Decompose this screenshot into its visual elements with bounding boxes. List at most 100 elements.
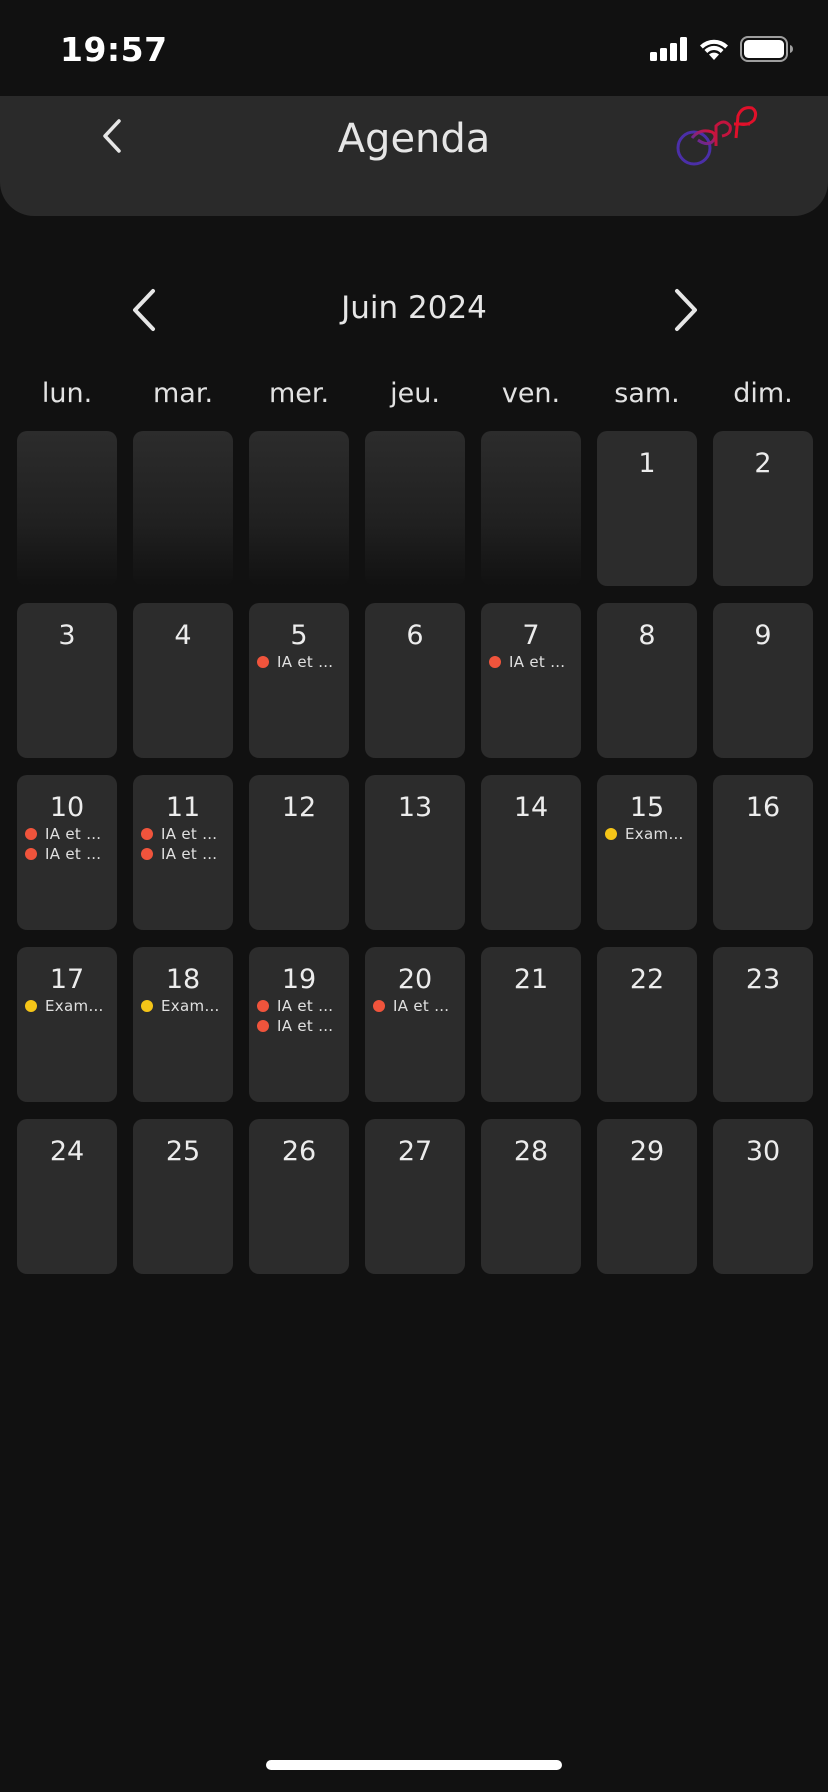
day-cell[interactable]: 10 IA et A… IA et A…: [17, 775, 117, 930]
event-label: Exame…: [625, 825, 691, 843]
day-number: 28: [513, 1136, 549, 1167]
event-item[interactable]: Exame…: [605, 824, 691, 844]
day-number: 21: [513, 964, 549, 995]
event-dot-icon: [489, 656, 501, 668]
day-cell[interactable]: 8: [597, 603, 697, 758]
event-item[interactable]: IA et A…: [257, 652, 343, 672]
day-cell[interactable]: 12: [249, 775, 349, 930]
day-number: 14: [513, 792, 549, 823]
day-cell[interactable]: 4: [133, 603, 233, 758]
cellular-signal-icon: [650, 37, 687, 61]
day-cell[interactable]: 2: [713, 431, 813, 586]
day-cell[interactable]: 25: [133, 1119, 233, 1274]
event-label: IA et A…: [161, 845, 227, 863]
event-item[interactable]: IA et A…: [141, 844, 227, 864]
day-number: 13: [397, 792, 433, 823]
event-list: IA et A…: [481, 652, 581, 672]
day-cell[interactable]: 20 IA et A…: [365, 947, 465, 1102]
day-cell[interactable]: 26: [249, 1119, 349, 1274]
calendar-grid: 1 2 3 4 5 IA et A… 6 7 IA et A… 8 9 10 IA et A… IA et…: [17, 431, 813, 1274]
event-label: IA et A…: [161, 825, 227, 843]
day-cell[interactable]: 27: [365, 1119, 465, 1274]
event-label: IA et A…: [45, 845, 111, 863]
event-item[interactable]: IA et A…: [25, 824, 111, 844]
weekday-label: jeu.: [390, 378, 440, 409]
weekday-label: mer.: [268, 378, 330, 409]
event-dot-icon: [25, 828, 37, 840]
day-cell[interactable]: 28: [481, 1119, 581, 1274]
day-cell[interactable]: 5 IA et A…: [249, 603, 349, 758]
day-cell[interactable]: 6: [365, 603, 465, 758]
epf-logo-icon: [676, 106, 758, 166]
day-cell[interactable]: 9: [713, 603, 813, 758]
event-label: IA et A…: [45, 825, 111, 843]
home-indicator: [266, 1760, 562, 1770]
event-label: IA et A…: [277, 653, 343, 671]
event-dot-icon: [373, 1000, 385, 1012]
day-cell[interactable]: 3: [17, 603, 117, 758]
day-cell[interactable]: 22: [597, 947, 697, 1102]
day-cell[interactable]: 21: [481, 947, 581, 1102]
day-cell[interactable]: 29: [597, 1119, 697, 1274]
day-number: 1: [638, 448, 656, 479]
event-item[interactable]: Exame…: [141, 996, 227, 1016]
event-item[interactable]: Exame…: [25, 996, 111, 1016]
event-item[interactable]: IA et A…: [257, 1016, 343, 1036]
empty-day-cell: [249, 431, 349, 586]
event-item[interactable]: IA et A…: [257, 996, 343, 1016]
weekday-label: mar.: [152, 378, 214, 409]
day-cell[interactable]: 18 Exame…: [133, 947, 233, 1102]
month-navigation: Juin 2024: [0, 278, 828, 342]
event-item[interactable]: IA et A…: [373, 996, 459, 1016]
day-number: 4: [174, 620, 192, 651]
event-dot-icon: [141, 1000, 153, 1012]
next-month-button[interactable]: [666, 284, 706, 336]
event-dot-icon: [605, 828, 617, 840]
status-icons: [650, 36, 794, 62]
day-number: 5: [290, 620, 308, 651]
battery-icon: [740, 36, 793, 62]
day-cell[interactable]: 1: [597, 431, 697, 586]
day-cell[interactable]: 30: [713, 1119, 813, 1274]
status-bar: 19:57: [0, 0, 828, 96]
event-dot-icon: [257, 1020, 269, 1032]
day-number: 24: [49, 1136, 85, 1167]
day-number: 23: [745, 964, 781, 995]
day-cell[interactable]: 15 Exame…: [597, 775, 697, 930]
day-cell[interactable]: 17 Exame…: [17, 947, 117, 1102]
event-label: Exame…: [161, 997, 227, 1015]
day-number: 25: [165, 1136, 201, 1167]
day-number: 17: [49, 964, 85, 995]
day-cell[interactable]: 23: [713, 947, 813, 1102]
status-time: 19:57: [60, 30, 168, 69]
event-dot-icon: [257, 656, 269, 668]
day-number: 7: [522, 620, 540, 651]
event-list: IA et A…: [365, 996, 465, 1016]
day-number: 11: [165, 792, 201, 823]
day-number: 10: [49, 792, 85, 823]
event-item[interactable]: IA et A…: [489, 652, 575, 672]
event-list: IA et A…: [249, 652, 349, 672]
day-cell[interactable]: 7 IA et A…: [481, 603, 581, 758]
event-dot-icon: [25, 848, 37, 860]
day-cell[interactable]: 19 IA et A… IA et A…: [249, 947, 349, 1102]
event-list: Exame…: [133, 996, 233, 1016]
day-number: 6: [406, 620, 424, 651]
wifi-icon: [700, 39, 728, 60]
event-list: Exame…: [17, 996, 117, 1016]
day-cell[interactable]: 11 IA et A… IA et A…: [133, 775, 233, 930]
event-label: IA et A…: [509, 653, 575, 671]
day-number: 19: [281, 964, 317, 995]
event-item[interactable]: IA et A…: [25, 844, 111, 864]
weekday-label: sam.: [614, 378, 680, 409]
day-number: 16: [745, 792, 781, 823]
event-item[interactable]: IA et A…: [141, 824, 227, 844]
event-list: Exame…: [597, 824, 697, 844]
event-dot-icon: [257, 1000, 269, 1012]
day-cell[interactable]: 14: [481, 775, 581, 930]
day-cell[interactable]: 24: [17, 1119, 117, 1274]
event-dot-icon: [25, 1000, 37, 1012]
event-label: Exame…: [45, 997, 111, 1015]
day-cell[interactable]: 16: [713, 775, 813, 930]
day-cell[interactable]: 13: [365, 775, 465, 930]
